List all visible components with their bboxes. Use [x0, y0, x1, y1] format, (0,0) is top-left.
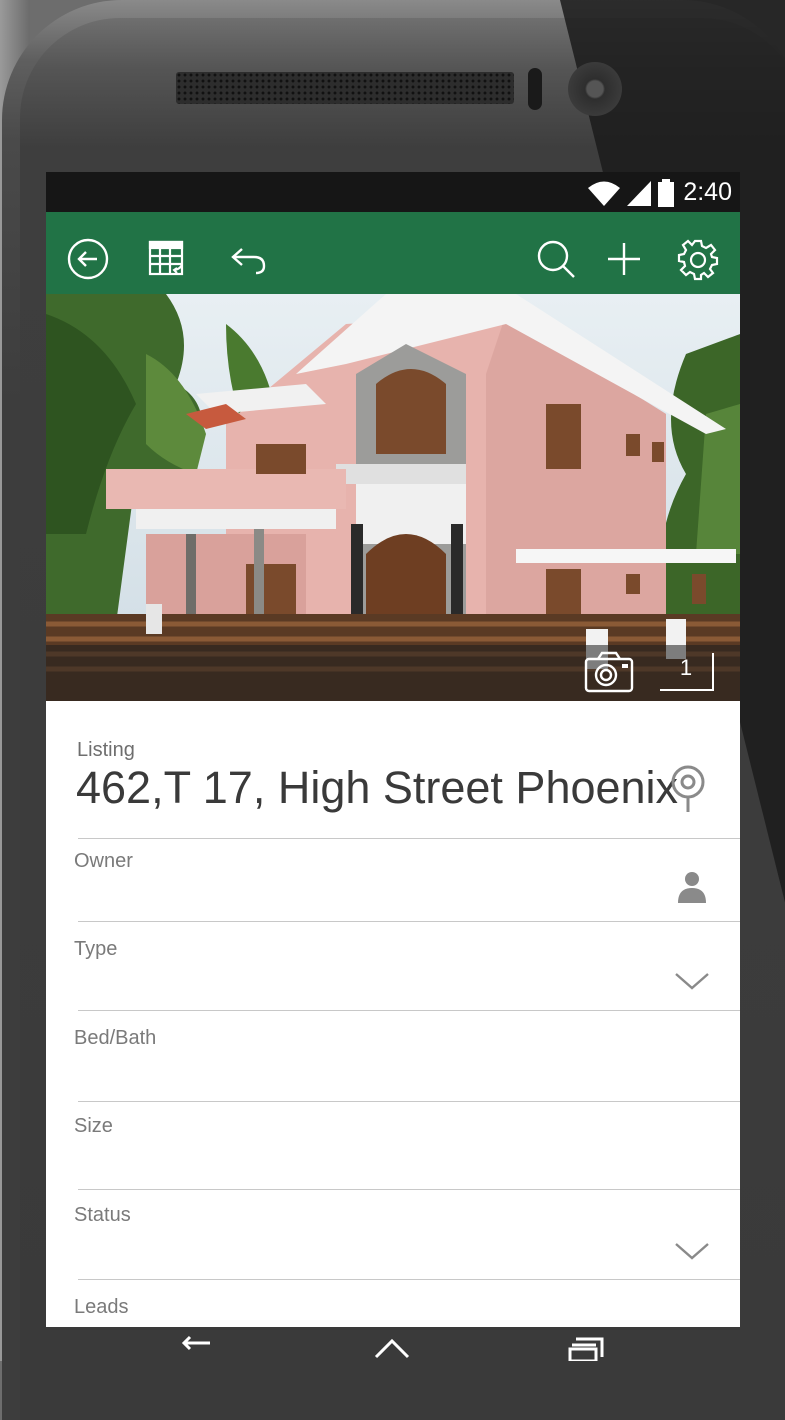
- photo-count[interactable]: 1: [660, 653, 714, 691]
- leads-field[interactable]: Leads: [46, 1296, 740, 1327]
- size-field[interactable]: Size: [46, 1115, 740, 1187]
- divider: [78, 1101, 740, 1102]
- signal-icon: [627, 180, 652, 206]
- house-photo: [46, 294, 740, 701]
- field-label: Bed/Bath: [74, 1027, 157, 1049]
- status-field[interactable]: Status: [46, 1204, 740, 1276]
- divider: [78, 921, 740, 922]
- front-camera-icon: [568, 62, 622, 116]
- back-icon[interactable]: [180, 1335, 224, 1361]
- settings-icon[interactable]: [676, 237, 720, 281]
- home-icon[interactable]: [370, 1335, 414, 1361]
- divider: [78, 1010, 740, 1011]
- divider: [78, 1279, 740, 1280]
- divider: [78, 1189, 740, 1190]
- type-field[interactable]: Type: [46, 938, 740, 1010]
- undo-icon[interactable]: [226, 237, 270, 281]
- recents-icon[interactable]: [566, 1335, 610, 1363]
- person-icon[interactable]: [674, 868, 710, 904]
- status-icons: 2:40: [587, 178, 732, 207]
- battery-icon: [658, 178, 675, 207]
- app-bar: [46, 212, 740, 294]
- screen: 2:40 1 Listing 462,T 17, High Street Pho…: [46, 172, 740, 1327]
- listing-photo[interactable]: 1: [46, 294, 740, 701]
- listing-title[interactable]: 462,T 17, High Street Phoenix: [76, 762, 678, 814]
- photo-toolbar: 1: [46, 645, 740, 701]
- back-circle-icon[interactable]: [66, 237, 110, 281]
- location-pin-icon[interactable]: [668, 764, 708, 814]
- field-label: Status: [74, 1204, 131, 1226]
- field-label: Owner: [74, 850, 133, 872]
- add-icon[interactable]: [602, 237, 646, 281]
- status-bar: 2:40: [46, 172, 740, 212]
- proximity-sensor: [528, 68, 542, 110]
- field-label: Type: [74, 938, 118, 960]
- status-time: 2:40: [683, 178, 732, 206]
- owner-field[interactable]: Owner: [46, 850, 740, 922]
- search-icon[interactable]: [534, 237, 578, 281]
- sheet-icon[interactable]: [146, 237, 190, 281]
- bed-bath-field[interactable]: Bed/Bath: [46, 1027, 740, 1099]
- camera-icon[interactable]: [584, 651, 634, 695]
- divider: [78, 838, 740, 839]
- navigation-bar: [46, 1327, 740, 1363]
- chevron-down-icon[interactable]: [674, 964, 710, 1000]
- chevron-down-icon[interactable]: [674, 1234, 710, 1270]
- field-label: Leads: [74, 1296, 129, 1318]
- field-label: Size: [74, 1115, 113, 1137]
- listing-label: Listing: [77, 739, 135, 761]
- speaker-grille: [176, 72, 514, 104]
- wifi-icon: [588, 181, 621, 206]
